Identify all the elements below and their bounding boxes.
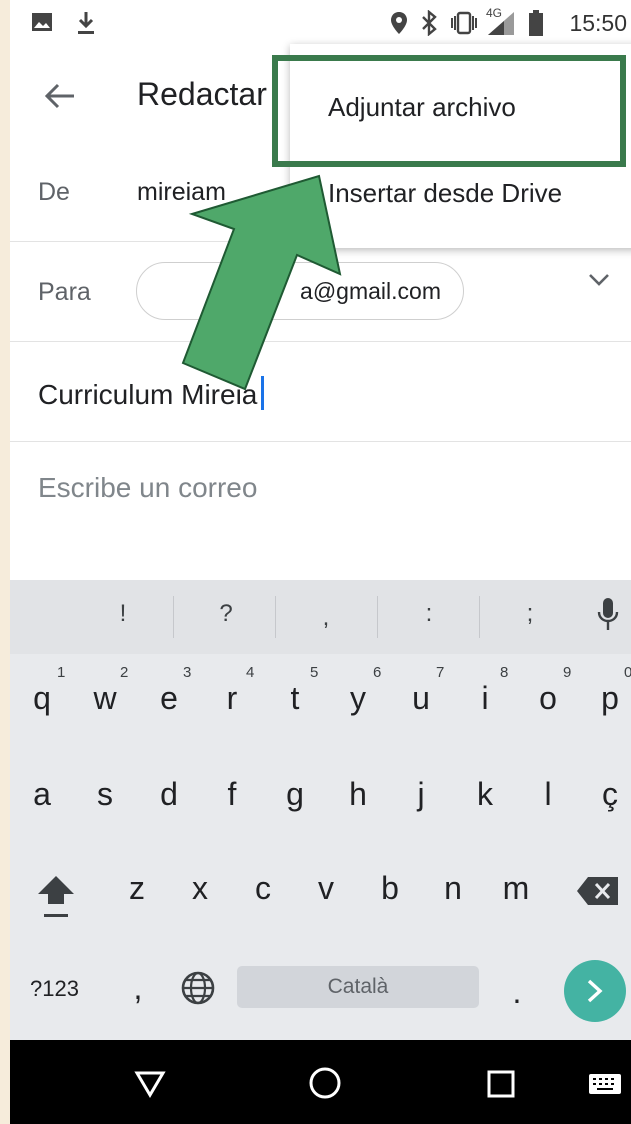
pointer-arrow-annotation (181, 174, 342, 391)
